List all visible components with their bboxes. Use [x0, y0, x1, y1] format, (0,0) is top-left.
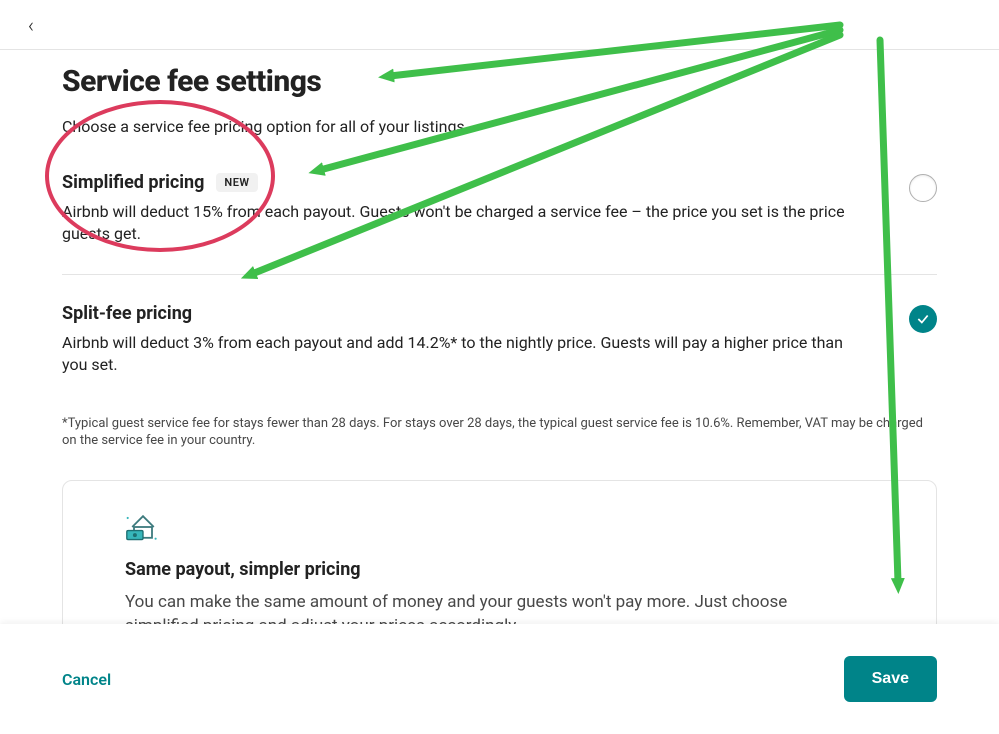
annotation-ellipse	[45, 100, 275, 252]
card-desc: You can make the same amount of money an…	[125, 590, 845, 624]
option-split-desc: Airbnb will deduct 3% from each payout a…	[62, 332, 869, 377]
radio-simplified[interactable]	[909, 174, 937, 202]
topbar: ‹	[0, 0, 999, 50]
option-split-text: Split-fee pricing Airbnb will deduct 3% …	[62, 303, 909, 377]
cancel-button[interactable]: Cancel	[62, 670, 111, 689]
page-title: Service fee settings	[62, 64, 937, 99]
option-split-title: Split-fee pricing	[62, 303, 192, 324]
card-title: Same payout, simpler pricing	[125, 559, 874, 580]
radio-split[interactable]	[909, 305, 937, 333]
info-card: Same payout, simpler pricing You can mak…	[62, 480, 937, 624]
footer: Cancel Save	[0, 624, 999, 734]
save-button[interactable]: Save	[844, 656, 937, 702]
house-money-icon	[125, 509, 161, 545]
check-icon	[916, 312, 930, 326]
option-split[interactable]: Split-fee pricing Airbnb will deduct 3% …	[62, 274, 937, 405]
footnote: *Typical guest service fee for stays few…	[62, 415, 937, 450]
back-button[interactable]: ‹	[28, 15, 34, 35]
